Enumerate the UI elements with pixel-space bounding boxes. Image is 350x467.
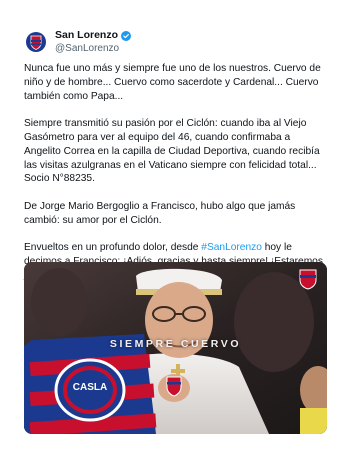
tweet-card: San Lorenzo @SanLorenzo Nunca fue uno má… [0, 0, 350, 467]
banner-crest-letters: CASLA [72, 382, 108, 393]
san-lorenzo-crest-icon[interactable] [26, 32, 46, 52]
tweet-header: San Lorenzo @SanLorenzo [26, 28, 132, 56]
hashtag-link[interactable]: #SanLorenzo [201, 242, 262, 253]
tweet-media-image[interactable]: CASLA SIEMPRE CUERVO [24, 262, 327, 434]
account-names: San Lorenzo @SanLorenzo [55, 29, 132, 55]
paragraph-4-before: Envueltos en un profundo dolor, desde [24, 242, 202, 254]
tweet-paragraph-2: Siempre transmitió su pasión por el Cicl… [24, 118, 323, 185]
account-handle[interactable]: @SanLorenzo [55, 42, 131, 55]
media-overlay-caption: SIEMPRE CUERVO [109, 338, 242, 350]
tweet-paragraph-3: De Jorge Mario Bergoglio a Francisco, hu… [24, 200, 299, 226]
display-name-row: San Lorenzo [55, 29, 132, 42]
tweet-paragraph-1: Nunca fue uno más y siempre fue uno de l… [24, 63, 324, 102]
account-display-name[interactable]: San Lorenzo [55, 29, 118, 42]
club-crest-watermark [299, 269, 317, 290]
verified-badge-icon [121, 30, 132, 41]
